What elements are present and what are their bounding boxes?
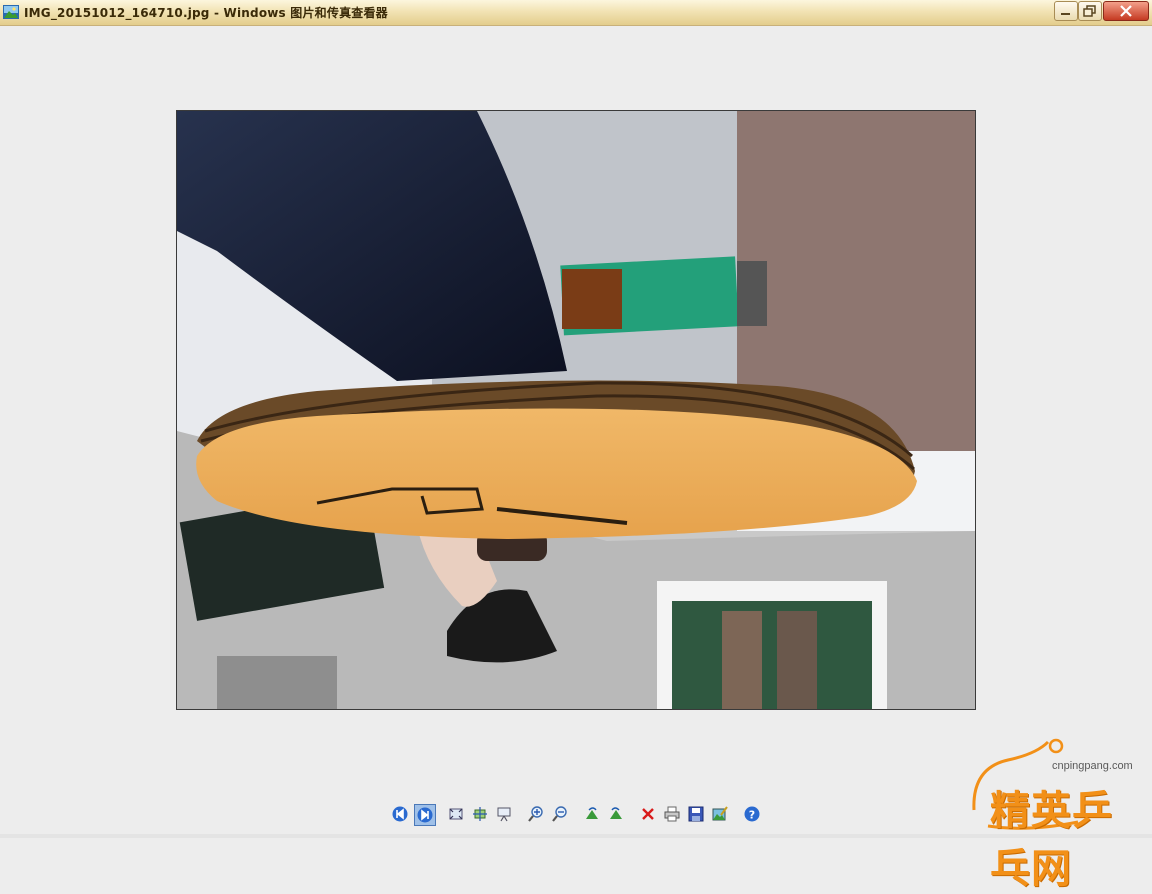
delete-icon: [642, 808, 654, 820]
best-fit-button[interactable]: [446, 804, 466, 824]
viewer-toolbar: ?: [388, 804, 768, 826]
rotate-counterclockwise-icon: [610, 807, 622, 819]
slideshow-button[interactable]: [494, 804, 514, 824]
minimize-button[interactable]: [1054, 1, 1078, 21]
save-icon: [688, 806, 704, 822]
best-fit-icon: [449, 808, 463, 820]
restore-button[interactable]: [1078, 1, 1102, 21]
slideshow-icon: [497, 807, 511, 822]
close-icon: [1120, 5, 1132, 17]
rotate-counterclockwise-button[interactable]: [606, 804, 626, 824]
window-bottom-edge: [0, 834, 1152, 838]
actual-size-icon: [473, 807, 487, 821]
edit-icon: [712, 806, 728, 821]
window-title: IMG_20151012_164710.jpg - Windows 图片和传真查…: [24, 6, 388, 20]
minimize-icon: [1061, 13, 1070, 15]
watermark: cnpingpang.com 精英乒乓网: [968, 738, 1144, 892]
previous-image-button[interactable]: [390, 804, 410, 824]
actual-size-button[interactable]: [470, 804, 490, 824]
rotate-clockwise-icon: [586, 807, 598, 819]
close-button[interactable]: [1103, 1, 1149, 21]
title-bar[interactable]: IMG_20151012_164710.jpg - Windows 图片和传真查…: [0, 0, 1152, 26]
open-editor-button[interactable]: [710, 804, 730, 824]
zoom-in-button[interactable]: [526, 804, 546, 824]
displayed-photo: [177, 111, 975, 709]
rotate-clockwise-button[interactable]: [582, 804, 602, 824]
help-icon: ?: [744, 806, 760, 822]
watermark-url: cnpingpang.com: [1052, 760, 1133, 772]
zoom-out-icon: [552, 806, 567, 822]
svg-text:?: ?: [749, 809, 755, 822]
next-icon: [417, 807, 433, 823]
print-button[interactable]: [662, 804, 682, 824]
image-viewer-app-icon: [3, 5, 19, 19]
print-icon: [664, 806, 680, 822]
previous-icon: [392, 806, 408, 822]
next-image-button[interactable]: [414, 804, 436, 826]
restore-icon: [1083, 5, 1096, 17]
help-button[interactable]: ?: [742, 804, 762, 824]
delete-button[interactable]: [638, 804, 658, 824]
image-display[interactable]: [176, 110, 976, 710]
copy-to-button[interactable]: [686, 804, 706, 824]
zoom-in-icon: [528, 806, 543, 822]
zoom-out-button[interactable]: [550, 804, 570, 824]
